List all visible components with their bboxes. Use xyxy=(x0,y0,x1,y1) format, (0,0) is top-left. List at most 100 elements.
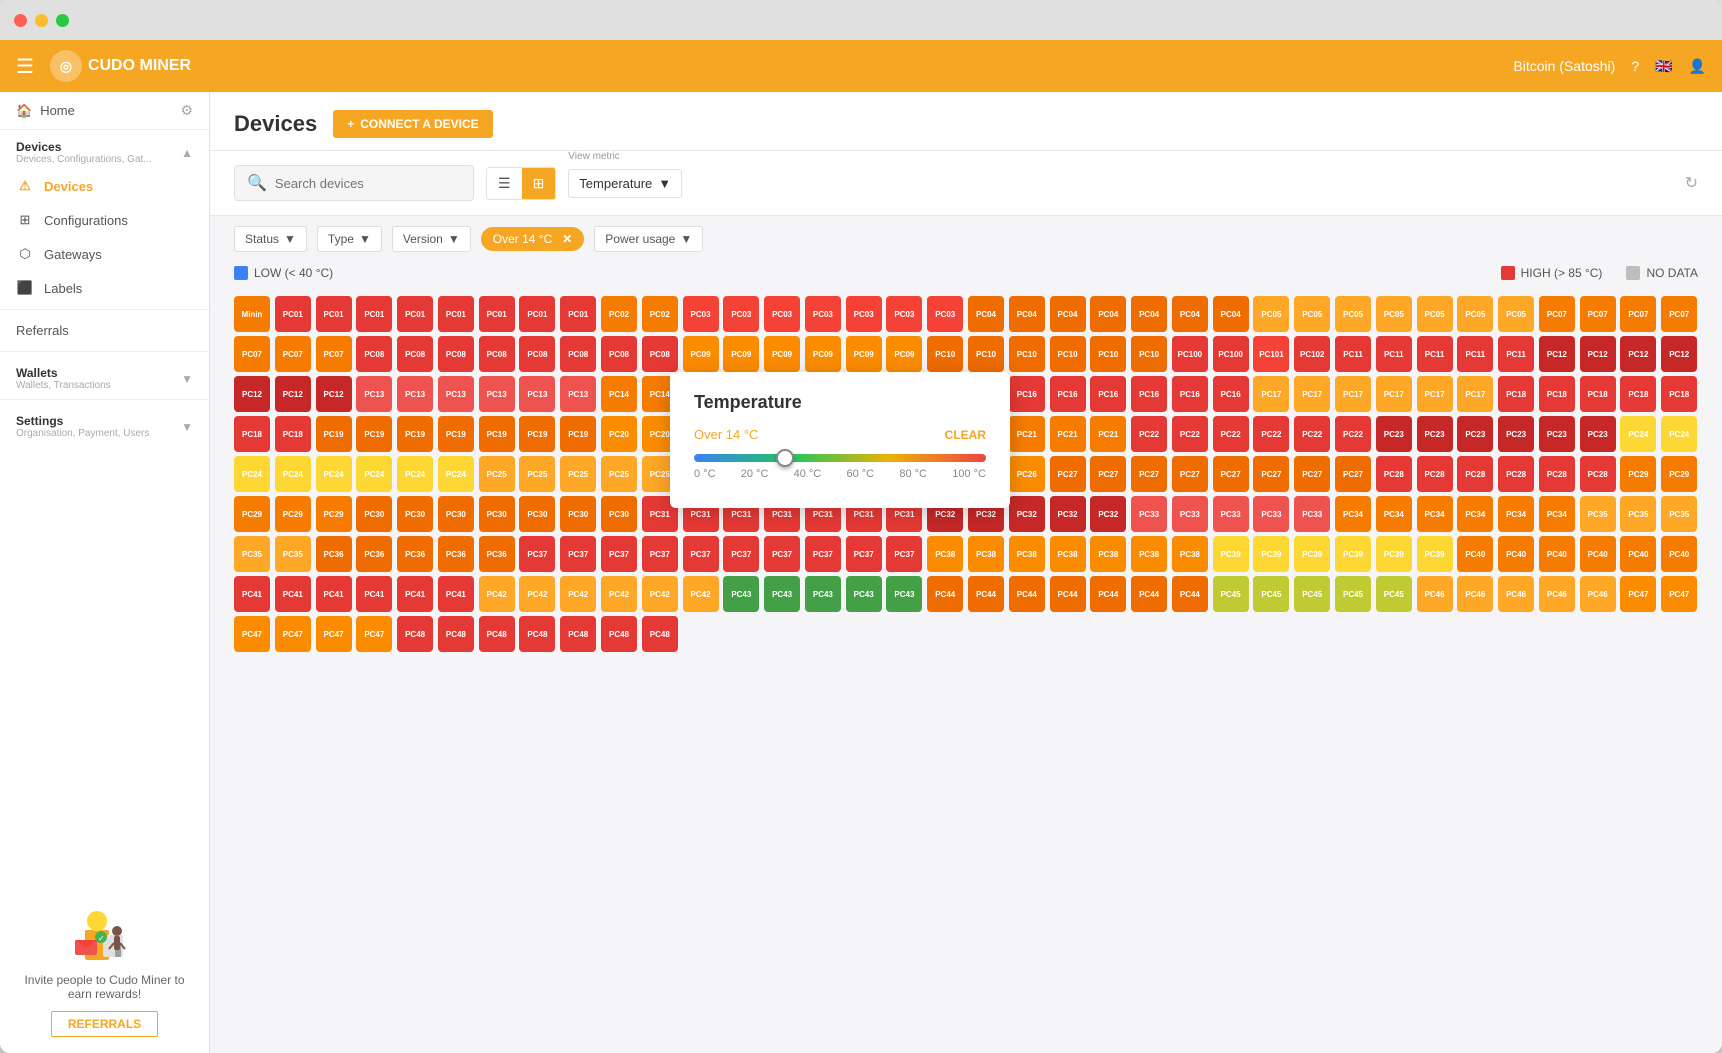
device-cell[interactable]: PC29 xyxy=(1620,456,1656,492)
device-cell[interactable]: PC35 xyxy=(275,536,311,572)
device-cell[interactable]: PC04 xyxy=(1131,296,1167,332)
type-filter[interactable]: Type ▼ xyxy=(317,226,382,252)
device-cell[interactable]: PC18 xyxy=(1661,376,1697,412)
device-cell[interactable]: PC16 xyxy=(1009,376,1045,412)
device-cell[interactable]: PC30 xyxy=(397,496,433,532)
device-cell[interactable]: PC38 xyxy=(1009,536,1045,572)
device-cell[interactable]: PC35 xyxy=(234,536,270,572)
device-cell[interactable]: PC34 xyxy=(1376,496,1412,532)
refresh-icon[interactable]: ↻ xyxy=(1685,173,1698,193)
device-cell[interactable]: PC27 xyxy=(1253,456,1289,492)
device-cell[interactable]: PC37 xyxy=(886,536,922,572)
device-cell[interactable]: PC16 xyxy=(1172,376,1208,412)
device-cell[interactable]: PC25 xyxy=(560,456,596,492)
device-cell[interactable]: PC33 xyxy=(1131,496,1167,532)
device-cell[interactable]: PC30 xyxy=(479,496,515,532)
device-cell[interactable]: PC32 xyxy=(1090,496,1126,532)
device-cell[interactable]: PC48 xyxy=(438,616,474,652)
device-cell[interactable]: PC37 xyxy=(723,536,759,572)
device-cell[interactable]: PC21 xyxy=(1009,416,1045,452)
metric-dropdown[interactable]: Temperature ▼ xyxy=(568,169,682,198)
device-cell[interactable]: PC05 xyxy=(1376,296,1412,332)
device-cell[interactable]: PC27 xyxy=(1335,456,1371,492)
device-cell[interactable]: PC22 xyxy=(1213,416,1249,452)
device-cell[interactable]: PC47 xyxy=(275,616,311,652)
device-cell[interactable]: PC100 xyxy=(1213,336,1249,372)
device-cell[interactable]: PC11 xyxy=(1417,336,1453,372)
device-cell[interactable]: PC45 xyxy=(1376,576,1412,612)
device-cell[interactable]: PC19 xyxy=(438,416,474,452)
device-cell[interactable]: PC43 xyxy=(764,576,800,612)
device-cell[interactable]: PC22 xyxy=(1335,416,1371,452)
device-cell[interactable]: PC44 xyxy=(1172,576,1208,612)
device-cell[interactable]: PC102 xyxy=(1294,336,1330,372)
device-cell[interactable]: PC03 xyxy=(846,296,882,332)
device-cell[interactable]: PC04 xyxy=(1090,296,1126,332)
device-cell[interactable]: PC11 xyxy=(1335,336,1371,372)
device-cell[interactable]: PC30 xyxy=(356,496,392,532)
device-cell[interactable]: PC40 xyxy=(1620,536,1656,572)
device-cell[interactable]: PC38 xyxy=(1090,536,1126,572)
device-cell[interactable]: PC20 xyxy=(601,416,637,452)
device-cell[interactable]: PC10 xyxy=(1009,336,1045,372)
device-cell[interactable]: PC18 xyxy=(1498,376,1534,412)
device-cell[interactable]: PC24 xyxy=(397,456,433,492)
device-cell[interactable]: PC16 xyxy=(1131,376,1167,412)
device-cell[interactable]: PC26 xyxy=(1009,456,1045,492)
devices-collapse-icon[interactable]: ▲ xyxy=(181,146,193,160)
device-cell[interactable]: PC36 xyxy=(438,536,474,572)
device-cell[interactable]: PC13 xyxy=(356,376,392,412)
device-cell[interactable]: PC39 xyxy=(1376,536,1412,572)
version-filter[interactable]: Version ▼ xyxy=(392,226,471,252)
temp-popup-clear[interactable]: CLEAR xyxy=(945,428,986,442)
device-cell[interactable]: PC46 xyxy=(1580,576,1616,612)
device-cell[interactable]: PC47 xyxy=(1620,576,1656,612)
device-cell[interactable]: PC27 xyxy=(1090,456,1126,492)
device-cell[interactable]: PC24 xyxy=(234,456,270,492)
device-cell[interactable]: PC11 xyxy=(1498,336,1534,372)
device-cell[interactable]: PC24 xyxy=(316,456,352,492)
search-input[interactable] xyxy=(275,176,461,191)
device-cell[interactable]: PC41 xyxy=(316,576,352,612)
device-cell[interactable]: PC25 xyxy=(479,456,515,492)
device-cell[interactable]: PC24 xyxy=(275,456,311,492)
device-cell[interactable]: PC09 xyxy=(683,336,719,372)
device-cell[interactable]: PC07 xyxy=(1661,296,1697,332)
device-cell[interactable]: PC16 xyxy=(1213,376,1249,412)
device-cell[interactable]: PC30 xyxy=(560,496,596,532)
device-cell[interactable]: PC41 xyxy=(438,576,474,612)
device-cell[interactable]: PC44 xyxy=(1090,576,1126,612)
device-cell[interactable]: PC22 xyxy=(1131,416,1167,452)
device-cell[interactable]: PC46 xyxy=(1539,576,1575,612)
device-cell[interactable]: PC32 xyxy=(1050,496,1086,532)
device-cell[interactable]: PC19 xyxy=(356,416,392,452)
device-cell[interactable]: PC08 xyxy=(601,336,637,372)
device-cell[interactable]: PC34 xyxy=(1498,496,1534,532)
device-cell[interactable]: PC12 xyxy=(1580,336,1616,372)
device-cell[interactable]: PC39 xyxy=(1294,536,1330,572)
device-cell[interactable]: PC04 xyxy=(1172,296,1208,332)
device-cell[interactable]: PC100 xyxy=(1172,336,1208,372)
device-cell[interactable]: PC33 xyxy=(1213,496,1249,532)
device-cell[interactable]: PC08 xyxy=(642,336,678,372)
sidebar-item-devices[interactable]: ⚠ Devices xyxy=(0,169,209,203)
device-cell[interactable]: PC48 xyxy=(479,616,515,652)
device-cell[interactable]: PC04 xyxy=(1213,296,1249,332)
device-cell[interactable]: PC39 xyxy=(1213,536,1249,572)
device-cell[interactable]: PC42 xyxy=(479,576,515,612)
device-cell[interactable]: PC17 xyxy=(1376,376,1412,412)
device-cell[interactable]: PC07 xyxy=(1620,296,1656,332)
device-cell[interactable]: PC17 xyxy=(1253,376,1289,412)
device-cell[interactable]: PC07 xyxy=(275,336,311,372)
device-cell[interactable]: PC40 xyxy=(1539,536,1575,572)
device-cell[interactable]: PC01 xyxy=(397,296,433,332)
device-cell[interactable]: PC43 xyxy=(723,576,759,612)
device-cell[interactable]: PC27 xyxy=(1294,456,1330,492)
device-cell[interactable]: PC48 xyxy=(519,616,555,652)
device-cell[interactable]: PC48 xyxy=(642,616,678,652)
device-cell[interactable]: PC08 xyxy=(356,336,392,372)
device-cell[interactable]: PC04 xyxy=(968,296,1004,332)
device-cell[interactable]: Minin xyxy=(234,296,270,332)
device-cell[interactable]: PC12 xyxy=(275,376,311,412)
device-cell[interactable]: PC09 xyxy=(805,336,841,372)
